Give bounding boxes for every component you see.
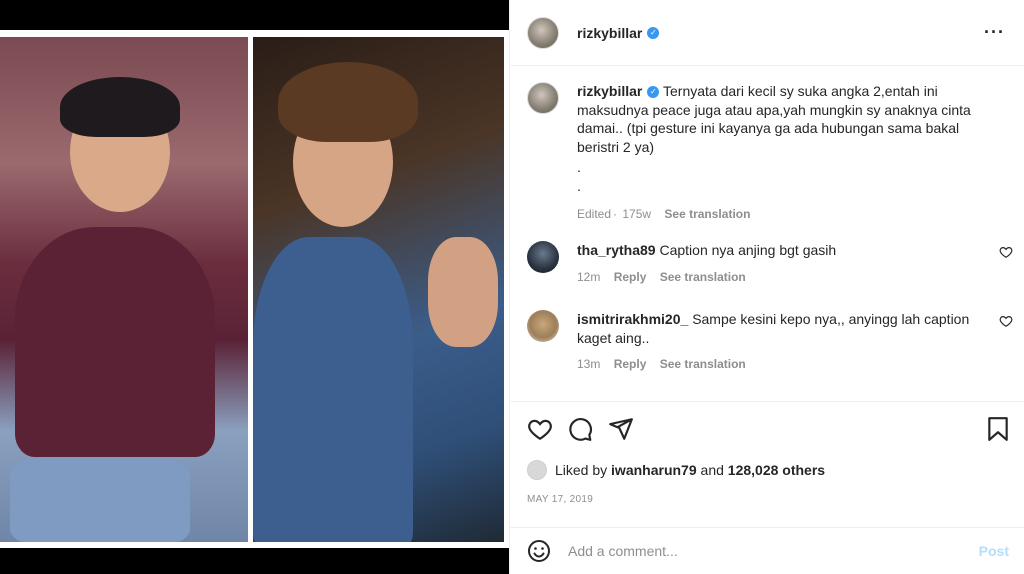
liker-username[interactable]: iwanharun79	[611, 462, 697, 478]
bookmark-icon[interactable]	[985, 416, 1011, 442]
likes-summary: Liked by iwanharun79 and 128,028 others	[527, 460, 825, 480]
caption-meta: Edited · 175w See translation	[577, 207, 751, 221]
commenter-username[interactable]: ismitrirakhmi20_	[577, 311, 688, 327]
comment-item: ismitrirakhmi20_ Sampe kesini kepo nya,,…	[527, 310, 1015, 371]
commenter-username[interactable]: tha_rytha89	[577, 242, 656, 258]
caption-dot: .	[577, 159, 581, 175]
comment-icon[interactable]	[567, 416, 593, 442]
comment-text-block: ismitrirakhmi20_ Sampe kesini kepo nya,,…	[577, 310, 977, 347]
bottom-bar	[0, 548, 509, 574]
caption-dot: .	[577, 177, 581, 194]
post-caption: rizkybillar ✓ Ternyata dari kecil sy suka…	[527, 82, 1007, 221]
likes-count[interactable]: 128,028 others	[728, 462, 825, 478]
post-date[interactable]: MAY 17, 2019	[527, 494, 593, 505]
post-media	[0, 0, 509, 574]
caption-username[interactable]: rizkybillar	[577, 83, 642, 99]
see-translation-link[interactable]: See translation	[660, 270, 746, 284]
comment-text: Caption nya anjing bgt gasih	[659, 242, 837, 258]
author-avatar[interactable]	[527, 16, 559, 49]
see-translation-link[interactable]: See translation	[664, 207, 750, 221]
post-header: rizkybillar ✓ ···	[510, 0, 1024, 66]
likes-prefix: Liked by	[555, 462, 608, 478]
comments-list[interactable]: rizkybillar ✓ Ternyata dari kecil sy suka…	[510, 67, 1024, 401]
emoji-icon[interactable]	[527, 539, 551, 563]
post-button[interactable]: Post	[979, 543, 1009, 559]
caption-avatar[interactable]	[527, 82, 559, 114]
post-actions: Liked by iwanharun79 and 128,028 others …	[510, 401, 1024, 519]
like-comment-heart-icon[interactable]	[999, 314, 1013, 328]
add-comment-bar: Post	[510, 527, 1024, 574]
comment-age[interactable]: 12m	[577, 270, 600, 284]
heart-icon[interactable]	[527, 416, 553, 442]
author-username[interactable]: rizkybillar	[577, 25, 642, 41]
caption-text-block: rizkybillar ✓ Ternyata dari kecil sy suka…	[577, 82, 987, 195]
commenter-avatar[interactable]	[527, 241, 559, 273]
top-bar	[0, 0, 509, 30]
comment-age[interactable]: 13m	[577, 357, 600, 371]
see-translation-link[interactable]: See translation	[660, 357, 746, 371]
adult-photo	[253, 37, 504, 542]
likes-and: and	[700, 462, 724, 478]
verified-icon: ✓	[647, 26, 660, 39]
comment-input[interactable]	[568, 543, 948, 559]
caption-age[interactable]: 175w	[622, 207, 651, 221]
comment-meta: 13m Reply See translation	[577, 357, 977, 371]
verified-icon: ✓	[647, 86, 660, 99]
post-panel: rizkybillar ✓ ··· rizkybillar ✓ Ternyata …	[509, 0, 1024, 574]
comment-meta: 12m Reply See translation	[577, 270, 977, 284]
like-comment-heart-icon[interactable]	[999, 245, 1013, 259]
commenter-avatar[interactable]	[527, 310, 559, 342]
share-icon[interactable]	[608, 416, 634, 442]
comment-item: tha_rytha89 Caption nya anjing bgt gasih…	[527, 241, 1015, 284]
reply-button[interactable]: Reply	[614, 270, 647, 284]
childhood-photo	[0, 37, 248, 542]
comment-text-block: tha_rytha89 Caption nya anjing bgt gasih	[577, 241, 977, 260]
reply-button[interactable]: Reply	[614, 357, 647, 371]
more-options-icon[interactable]: ···	[984, 22, 1005, 43]
edited-label: Edited	[577, 207, 612, 221]
liker-avatar[interactable]	[527, 460, 547, 480]
